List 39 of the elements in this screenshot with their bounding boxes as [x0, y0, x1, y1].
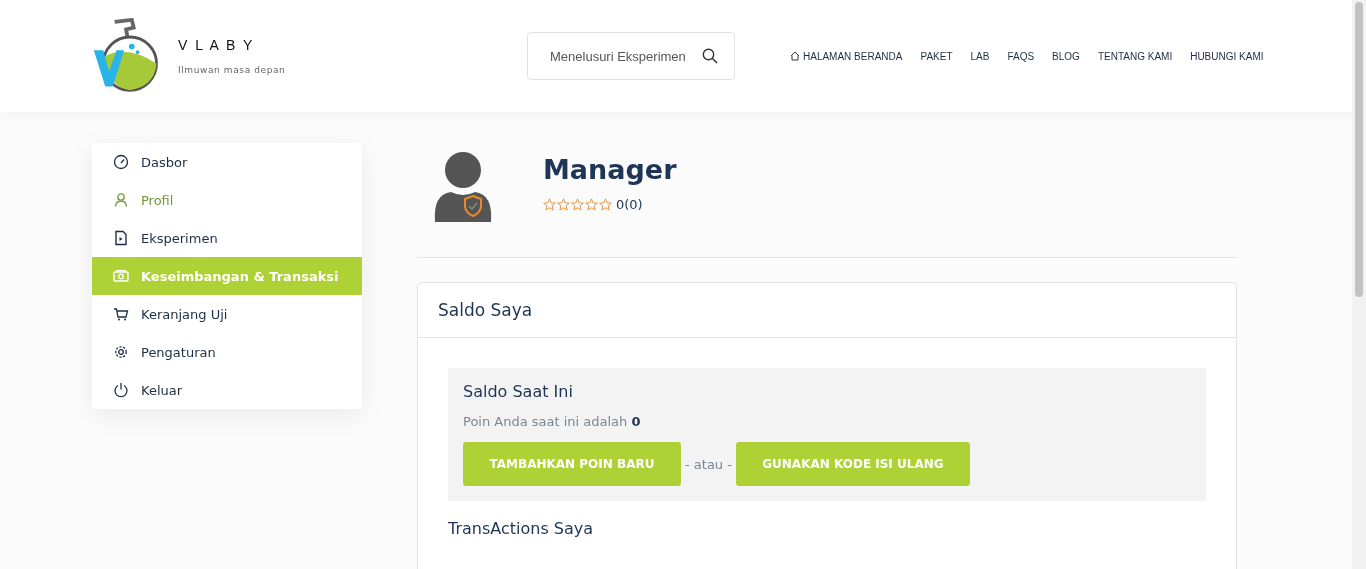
money-icon: [113, 268, 129, 284]
home-icon: [790, 51, 800, 61]
nav-link[interactable]: HALAMAN BERANDA: [790, 50, 903, 62]
section-title: TransActions Saya: [448, 519, 595, 538]
profile-name: Manager: [543, 154, 677, 185]
search-field[interactable]: Menelusuri Eksperimen: [527, 32, 735, 80]
brand-tagline: Ilmuwan masa depan: [178, 65, 286, 75]
sidebar-item[interactable]: Dasbor: [92, 143, 362, 181]
nav-link[interactable]: HUBUNGI KAMI: [1190, 50, 1264, 62]
user-avatar-icon: [433, 152, 493, 224]
settings-icon: [113, 344, 129, 360]
nav-link[interactable]: TENTANG KAMI: [1097, 50, 1173, 62]
star-icon: [557, 198, 570, 211]
star-icon: [585, 198, 598, 211]
sidebar-item[interactable]: Keranjang Uji: [92, 295, 362, 333]
nav-link[interactable]: BLOG: [1052, 50, 1080, 62]
scrollbar[interactable]: [1352, 0, 1366, 569]
nav-link[interactable]: FAQS: [1007, 50, 1035, 62]
search-input[interactable]: Menelusuri Eksperimen: [548, 47, 694, 65]
brand-name: V L A B Y: [178, 37, 256, 53]
search-icon: [702, 48, 718, 64]
power-icon: [113, 382, 129, 398]
panel-title: Saldo Saat Ini: [463, 382, 573, 401]
file-icon: [113, 230, 129, 246]
nav-link[interactable]: LAB: [970, 50, 990, 62]
star-icon: [599, 198, 612, 211]
sidebar-item[interactable]: Keluar: [92, 371, 362, 409]
rating-count: 0(0): [616, 197, 643, 212]
cart-icon: [113, 306, 129, 322]
gauge-icon: [113, 154, 129, 170]
star-icon: [543, 198, 556, 211]
nav-link[interactable]: PAKET: [920, 50, 953, 62]
user-icon: [113, 192, 129, 208]
star-icon: [571, 198, 584, 211]
card-title: Saldo Saya: [438, 300, 533, 320]
sidebar-item[interactable]: Eksperimen: [92, 219, 362, 257]
separator-text: - atau -: [685, 456, 732, 472]
points-text: Poin Anda saat ini adalah 0: [463, 414, 641, 429]
sidebar-item[interactable]: Pengaturan: [92, 333, 362, 371]
